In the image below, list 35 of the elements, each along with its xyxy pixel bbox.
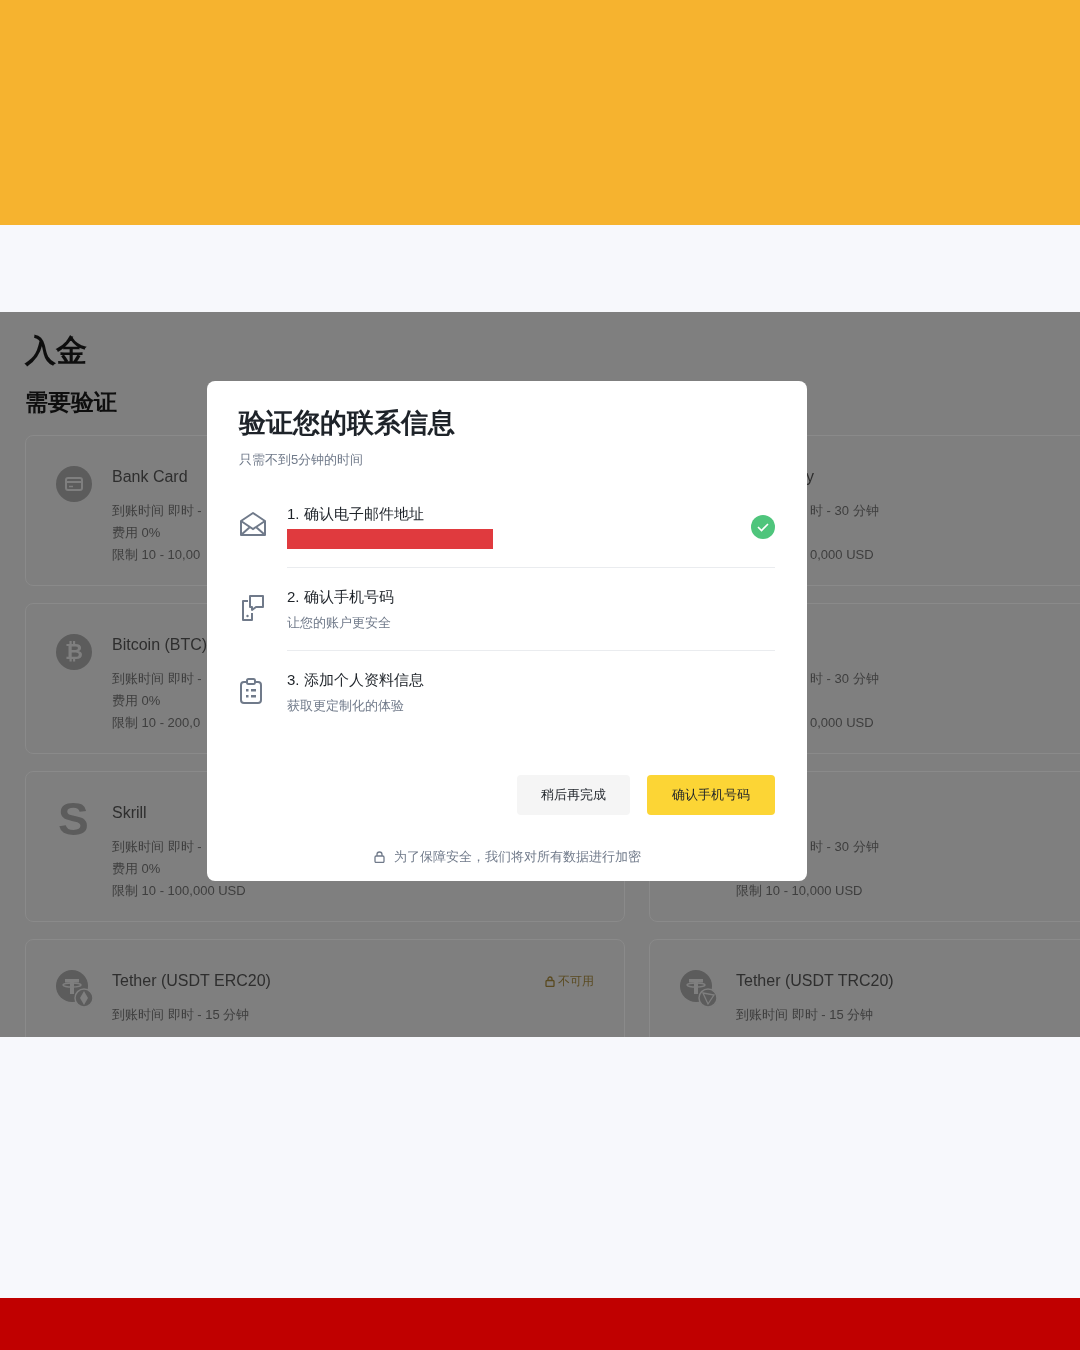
step-title: 1. 确认电子邮件地址 [287, 505, 425, 524]
step-title: 3. 添加个人资料信息 [287, 671, 424, 690]
method-detail: 限制 10 - 10,00 [112, 547, 201, 562]
method-detail: 限制 10 - 100,000 USD [112, 883, 246, 898]
method-detail: 费用 0% [112, 861, 161, 876]
method-detail: 费用 0% [112, 525, 161, 540]
method-detail: 0,000 USD [810, 715, 874, 730]
method-detail: 到账时间 即时 - [112, 839, 202, 854]
method-detail: 限制 10 - 10,000 USD [736, 883, 863, 898]
method-detail: 时 - 30 分钟 [810, 839, 879, 854]
method-detail: 时 - 30 分钟 [810, 671, 879, 686]
method-name: Bank Card [112, 468, 188, 486]
method-detail: 费用 0% [112, 693, 161, 708]
unavailable-badge: 不可用 [545, 972, 594, 990]
dialog-subtitle: 只需不到5分钟的时间 [239, 451, 365, 469]
method-name: Tether (USDT TRC20) [736, 972, 894, 990]
method-detail: 到账时间 即时 - [112, 671, 202, 686]
security-note: 为了保障安全，我们将对所有数据进行加密 [393, 848, 641, 866]
method-name: y [806, 468, 814, 486]
method-name: Skrill [112, 804, 147, 822]
section-title: 需要验证 [25, 388, 118, 417]
step-description: 获取更定制化的体验 [287, 697, 405, 715]
step-description: 让您的账户更安全 [287, 614, 392, 632]
method-detail: 时 - 30 分钟 [810, 503, 879, 518]
method-detail: 到账时间 即时 - 15 分钟 [736, 1007, 874, 1022]
page-title: 入金 [25, 332, 88, 370]
method-detail: 0,000 USD [810, 547, 874, 562]
dialog-title: 验证您的联系信息 [239, 407, 456, 440]
method-detail: 限制 10 - 200,0 [112, 715, 201, 730]
method-name: Bitcoin (BTC) [112, 636, 208, 654]
method-detail: 到账时间 即时 - 15 分钟 [112, 1007, 250, 1022]
method-name: Tether (USDT ERC20) [112, 972, 271, 990]
bitcoin-icon: ₿ [56, 634, 92, 670]
step-title: 2. 确认手机号码 [287, 588, 394, 607]
method-detail: 到账时间 即时 - [112, 503, 202, 518]
